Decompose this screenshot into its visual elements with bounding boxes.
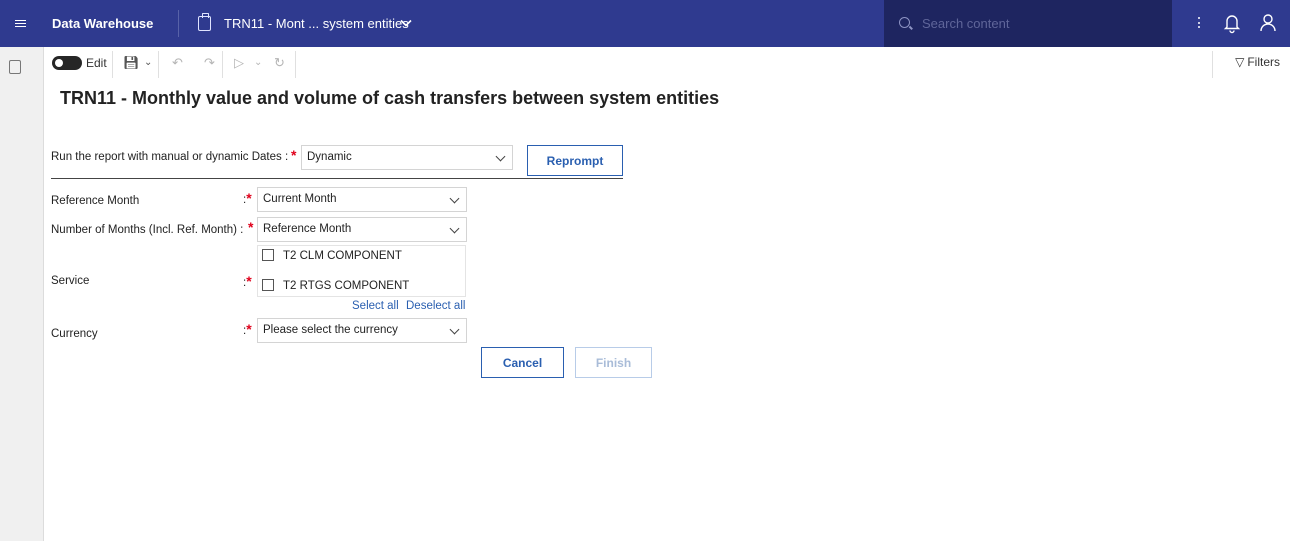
- reference-month-label: Reference Month: [51, 195, 140, 207]
- more-options-icon[interactable]: [1198, 17, 1201, 30]
- service-option-label: T2 CLM COMPONENT: [283, 250, 402, 262]
- deselect-all-link[interactable]: Deselect all: [406, 300, 465, 312]
- service-listbox: T2 CLM COMPONENT T2 RTGS COMPONENT: [257, 245, 466, 297]
- toolbar-divider: [222, 51, 223, 78]
- filters-button[interactable]: ▽ Filters: [1235, 55, 1280, 69]
- save-icon[interactable]: 💾︎: [123, 55, 140, 71]
- clipboard-icon[interactable]: [9, 60, 21, 74]
- service-option[interactable]: T2 RTGS COMPONENT: [262, 279, 409, 292]
- edit-label: Edit: [86, 56, 107, 70]
- top-bar: Data Warehouse TRN11 - Mont ... system e…: [0, 0, 1290, 47]
- reference-month-value: Current Month: [263, 193, 337, 205]
- filters-label: Filters: [1247, 55, 1280, 69]
- edit-toggle[interactable]: [52, 56, 82, 70]
- report-clipboard-icon: [198, 13, 211, 31]
- user-profile-icon[interactable]: [1258, 12, 1278, 34]
- service-checkbox[interactable]: [262, 279, 274, 291]
- toolbar-divider: [158, 51, 159, 78]
- currency-label: Currency: [51, 328, 98, 340]
- undo-icon[interactable]: ↶: [172, 55, 183, 71]
- currency-select[interactable]: Please select the currency: [257, 318, 467, 343]
- notifications-bell-icon[interactable]: [1222, 12, 1242, 34]
- required-marker: *: [248, 219, 254, 235]
- chevron-down-icon: [449, 193, 460, 204]
- chevron-down-icon: [495, 151, 506, 162]
- num-months-select[interactable]: Reference Month: [257, 217, 467, 242]
- filter-funnel-icon: ▽: [1235, 55, 1245, 69]
- refresh-icon[interactable]: ↻: [274, 55, 285, 71]
- section-divider: [51, 178, 623, 179]
- chevron-down-icon[interactable]: [400, 17, 412, 29]
- required-marker: *: [291, 147, 297, 163]
- cancel-button[interactable]: Cancel: [481, 347, 564, 378]
- search-box[interactable]: Search content: [884, 0, 1172, 47]
- dates-mode-select[interactable]: Dynamic: [301, 145, 513, 170]
- redo-icon[interactable]: ↷: [204, 55, 215, 71]
- report-title: TRN11 - Monthly value and volume of cash…: [60, 88, 720, 108]
- reprompt-button[interactable]: Reprompt: [527, 145, 623, 176]
- reference-month-select[interactable]: Current Month: [257, 187, 467, 212]
- dates-mode-label: Run the report with manual or dynamic Da…: [51, 151, 289, 163]
- currency-value: Please select the currency: [263, 324, 398, 336]
- report-toolbar: Edit 💾︎ ⌄ ↶ ↷ ▷ ⌄ ↻ ▽ Filters: [44, 47, 1290, 82]
- toolbar-divider: [295, 51, 296, 78]
- run-chevron-down-icon[interactable]: ⌄: [254, 57, 262, 68]
- save-chevron-down-icon[interactable]: ⌄: [144, 57, 152, 68]
- toolbar-divider: [1212, 51, 1213, 78]
- run-icon[interactable]: ▷: [234, 55, 244, 71]
- search-icon: [899, 17, 910, 28]
- toolbar-divider: [112, 51, 113, 78]
- service-option-label: T2 RTGS COMPONENT: [283, 280, 410, 292]
- dates-mode-value: Dynamic: [307, 151, 352, 163]
- num-months-value: Reference Month: [263, 223, 352, 235]
- num-months-label: Number of Months (Incl. Ref. Month) :: [51, 224, 244, 236]
- service-checkbox[interactable]: [262, 249, 274, 261]
- required-marker: :*: [243, 190, 252, 206]
- chevron-down-icon: [449, 324, 460, 335]
- left-rail: [0, 47, 44, 541]
- app-title[interactable]: Data Warehouse: [52, 16, 153, 31]
- finish-button[interactable]: Finish: [575, 347, 652, 378]
- document-title[interactable]: TRN11 - Mont ... system entities: [224, 16, 409, 31]
- required-marker: :*: [243, 273, 252, 289]
- select-all-link[interactable]: Select all: [352, 300, 399, 312]
- search-input[interactable]: Search content: [922, 16, 1009, 31]
- topbar-divider: [178, 10, 179, 37]
- chevron-down-icon: [449, 223, 460, 234]
- service-option[interactable]: T2 CLM COMPONENT: [262, 249, 402, 262]
- service-label: Service: [51, 275, 90, 287]
- hamburger-menu-icon[interactable]: [0, 0, 40, 47]
- required-marker: :*: [243, 321, 252, 337]
